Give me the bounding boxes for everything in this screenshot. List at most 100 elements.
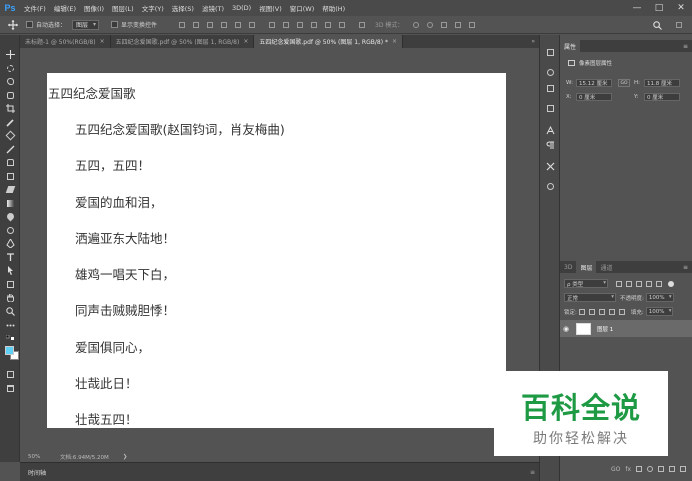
lock-all-icon[interactable] (618, 308, 625, 315)
auto-select-dropdown[interactable]: 图层 (72, 19, 100, 30)
blend-mode-dropdown[interactable]: 正常 (564, 293, 616, 302)
align-left-icon[interactable] (219, 20, 229, 30)
character-panel-icon[interactable] (545, 125, 556, 136)
x-field[interactable]: 0 厘米 (576, 93, 612, 101)
filter-adjustment-icon[interactable] (626, 280, 632, 287)
move-tool-icon[interactable] (3, 49, 17, 60)
align-top-icon[interactable] (177, 20, 187, 30)
screen-mode-icon[interactable] (3, 383, 17, 394)
tab-channels[interactable]: 通道 (596, 261, 616, 273)
tab-close-icon[interactable]: × (100, 38, 105, 45)
dodge-tool-icon[interactable] (3, 225, 17, 236)
layer-row[interactable]: ◉ 图层 1 (560, 320, 692, 337)
filter-type-icon[interactable] (636, 280, 642, 287)
align-right-icon[interactable] (247, 20, 257, 30)
3d-slide-icon[interactable] (453, 20, 463, 30)
minimize-button[interactable]: — (626, 0, 648, 16)
menu-layer[interactable]: 图层(L) (108, 3, 138, 13)
3d-scale-icon[interactable] (467, 20, 477, 30)
tool-presets-panel-icon[interactable] (545, 161, 556, 172)
hand-tool-icon[interactable] (3, 292, 17, 303)
lasso-tool-icon[interactable] (3, 76, 17, 87)
brush-preset-panel-icon[interactable] (545, 103, 556, 114)
new-layer-icon[interactable] (669, 466, 675, 472)
add-mask-icon[interactable] (636, 466, 642, 472)
menu-window[interactable]: 窗口(W) (286, 3, 319, 13)
layer-style-icon[interactable]: fx (625, 466, 631, 473)
timeline-menu-icon[interactable]: ≡ (530, 469, 535, 476)
document-canvas[interactable]: 五四纪念爱国歌 五四纪念爱国歌(赵国钧词，肖友梅曲) 五四，五四！ 爱国的血和泪… (47, 73, 506, 428)
3d-pan-icon[interactable] (439, 20, 449, 30)
3d-panel-icon[interactable] (545, 181, 556, 192)
healing-brush-tool-icon[interactable] (3, 130, 17, 141)
tab-close-icon[interactable]: × (392, 38, 397, 45)
tab-untitled[interactable]: 未标题-1 @ 50%(RGB/8) × (20, 35, 111, 48)
distribute-bottom-icon[interactable] (295, 20, 305, 30)
gradient-tool-icon[interactable] (3, 198, 17, 209)
show-transform-checkbox[interactable] (111, 21, 119, 28)
lock-position-icon[interactable] (598, 308, 605, 315)
blur-tool-icon[interactable] (3, 211, 17, 222)
quick-select-tool-icon[interactable] (3, 90, 17, 101)
menu-select[interactable]: 选择(S) (168, 3, 198, 13)
menu-filter[interactable]: 滤镜(T) (198, 3, 228, 13)
close-window-button[interactable]: ✕ (670, 0, 692, 16)
link-layers-icon[interactable]: GO (611, 466, 620, 473)
filter-shape-icon[interactable] (646, 280, 652, 287)
search-icon[interactable] (652, 20, 662, 30)
layer-name[interactable]: 图层 1 (597, 325, 613, 333)
filter-smart-object-icon[interactable] (656, 280, 662, 287)
layer-filter-dropdown[interactable]: ρ 类型 (564, 279, 608, 288)
distribute-top-icon[interactable] (267, 20, 277, 30)
quick-mask-icon[interactable] (3, 369, 17, 380)
brush-tool-icon[interactable] (3, 144, 17, 155)
timeline-tab[interactable]: 时间轴 (28, 468, 46, 477)
eraser-tool-icon[interactable] (3, 184, 17, 195)
delete-layer-icon[interactable] (680, 466, 686, 472)
eyedropper-tool-icon[interactable] (3, 117, 17, 128)
distribute-right-icon[interactable] (337, 20, 347, 30)
distribute-vcenter-icon[interactable] (281, 20, 291, 30)
color-panel-icon[interactable] (545, 67, 556, 78)
zoom-level[interactable]: 50% (20, 454, 40, 460)
menu-3d[interactable]: 3D(D) (228, 4, 255, 12)
zoom-tool-icon[interactable] (3, 306, 17, 317)
menu-view[interactable]: 视图(V) (255, 3, 286, 13)
new-adjustment-icon[interactable] (647, 466, 653, 472)
shape-tool-icon[interactable] (3, 279, 17, 290)
distribute-left-icon[interactable] (309, 20, 319, 30)
maximize-button[interactable]: □ (648, 0, 670, 16)
lock-artboard-icon[interactable] (608, 308, 615, 315)
opacity-field[interactable]: 100% (645, 293, 674, 302)
layers-menu-icon[interactable]: ≡ (683, 264, 688, 271)
new-group-icon[interactable] (658, 466, 664, 472)
align-hcenter-icon[interactable] (233, 20, 243, 30)
canvas-area[interactable]: 五四纪念爱国歌 五四纪念爱国歌(赵国钧词，肖友梅曲) 五四，五四！ 爱国的血和泪… (20, 48, 539, 452)
path-select-tool-icon[interactable] (3, 265, 17, 276)
tab-close-icon[interactable]: × (243, 38, 248, 45)
auto-select-checkbox[interactable] (26, 21, 33, 28)
3d-rotate-icon[interactable] (411, 20, 421, 30)
tab-pdf-1[interactable]: 五四纪念爱国歌.pdf @ 50% (图层 1, RGB/8) × (111, 35, 255, 48)
marquee-tool-icon[interactable] (3, 63, 17, 74)
workspace-icon[interactable] (674, 20, 684, 30)
paragraph-panel-icon[interactable] (545, 140, 556, 151)
status-menu-arrow-icon[interactable]: ❯ (109, 454, 128, 460)
visibility-eye-icon[interactable]: ◉ (560, 325, 572, 333)
clone-stamp-tool-icon[interactable] (3, 157, 17, 168)
move-tool-icon[interactable] (8, 19, 18, 30)
y-field[interactable]: 0 厘米 (644, 93, 680, 101)
tab-3d[interactable]: 3D (560, 261, 576, 273)
tab-properties[interactable]: 属性 (560, 40, 581, 52)
height-field[interactable]: 11.8 厘米 (644, 79, 680, 87)
more-tools-icon[interactable] (3, 320, 17, 331)
history-brush-tool-icon[interactable] (3, 171, 17, 182)
filter-toggle-icon[interactable] (668, 280, 674, 287)
filter-pixel-icon[interactable] (616, 280, 622, 287)
crop-tool-icon[interactable] (3, 103, 17, 114)
menu-edit[interactable]: 编辑(E) (50, 3, 80, 13)
tab-pdf-2-active[interactable]: 五四纪念爱国歌.pdf @ 50% (图层 1, RGB/8) * × (254, 35, 403, 48)
fill-field[interactable]: 100% (645, 307, 674, 316)
align-vcenter-icon[interactable] (191, 20, 201, 30)
pen-tool-icon[interactable] (3, 238, 17, 249)
